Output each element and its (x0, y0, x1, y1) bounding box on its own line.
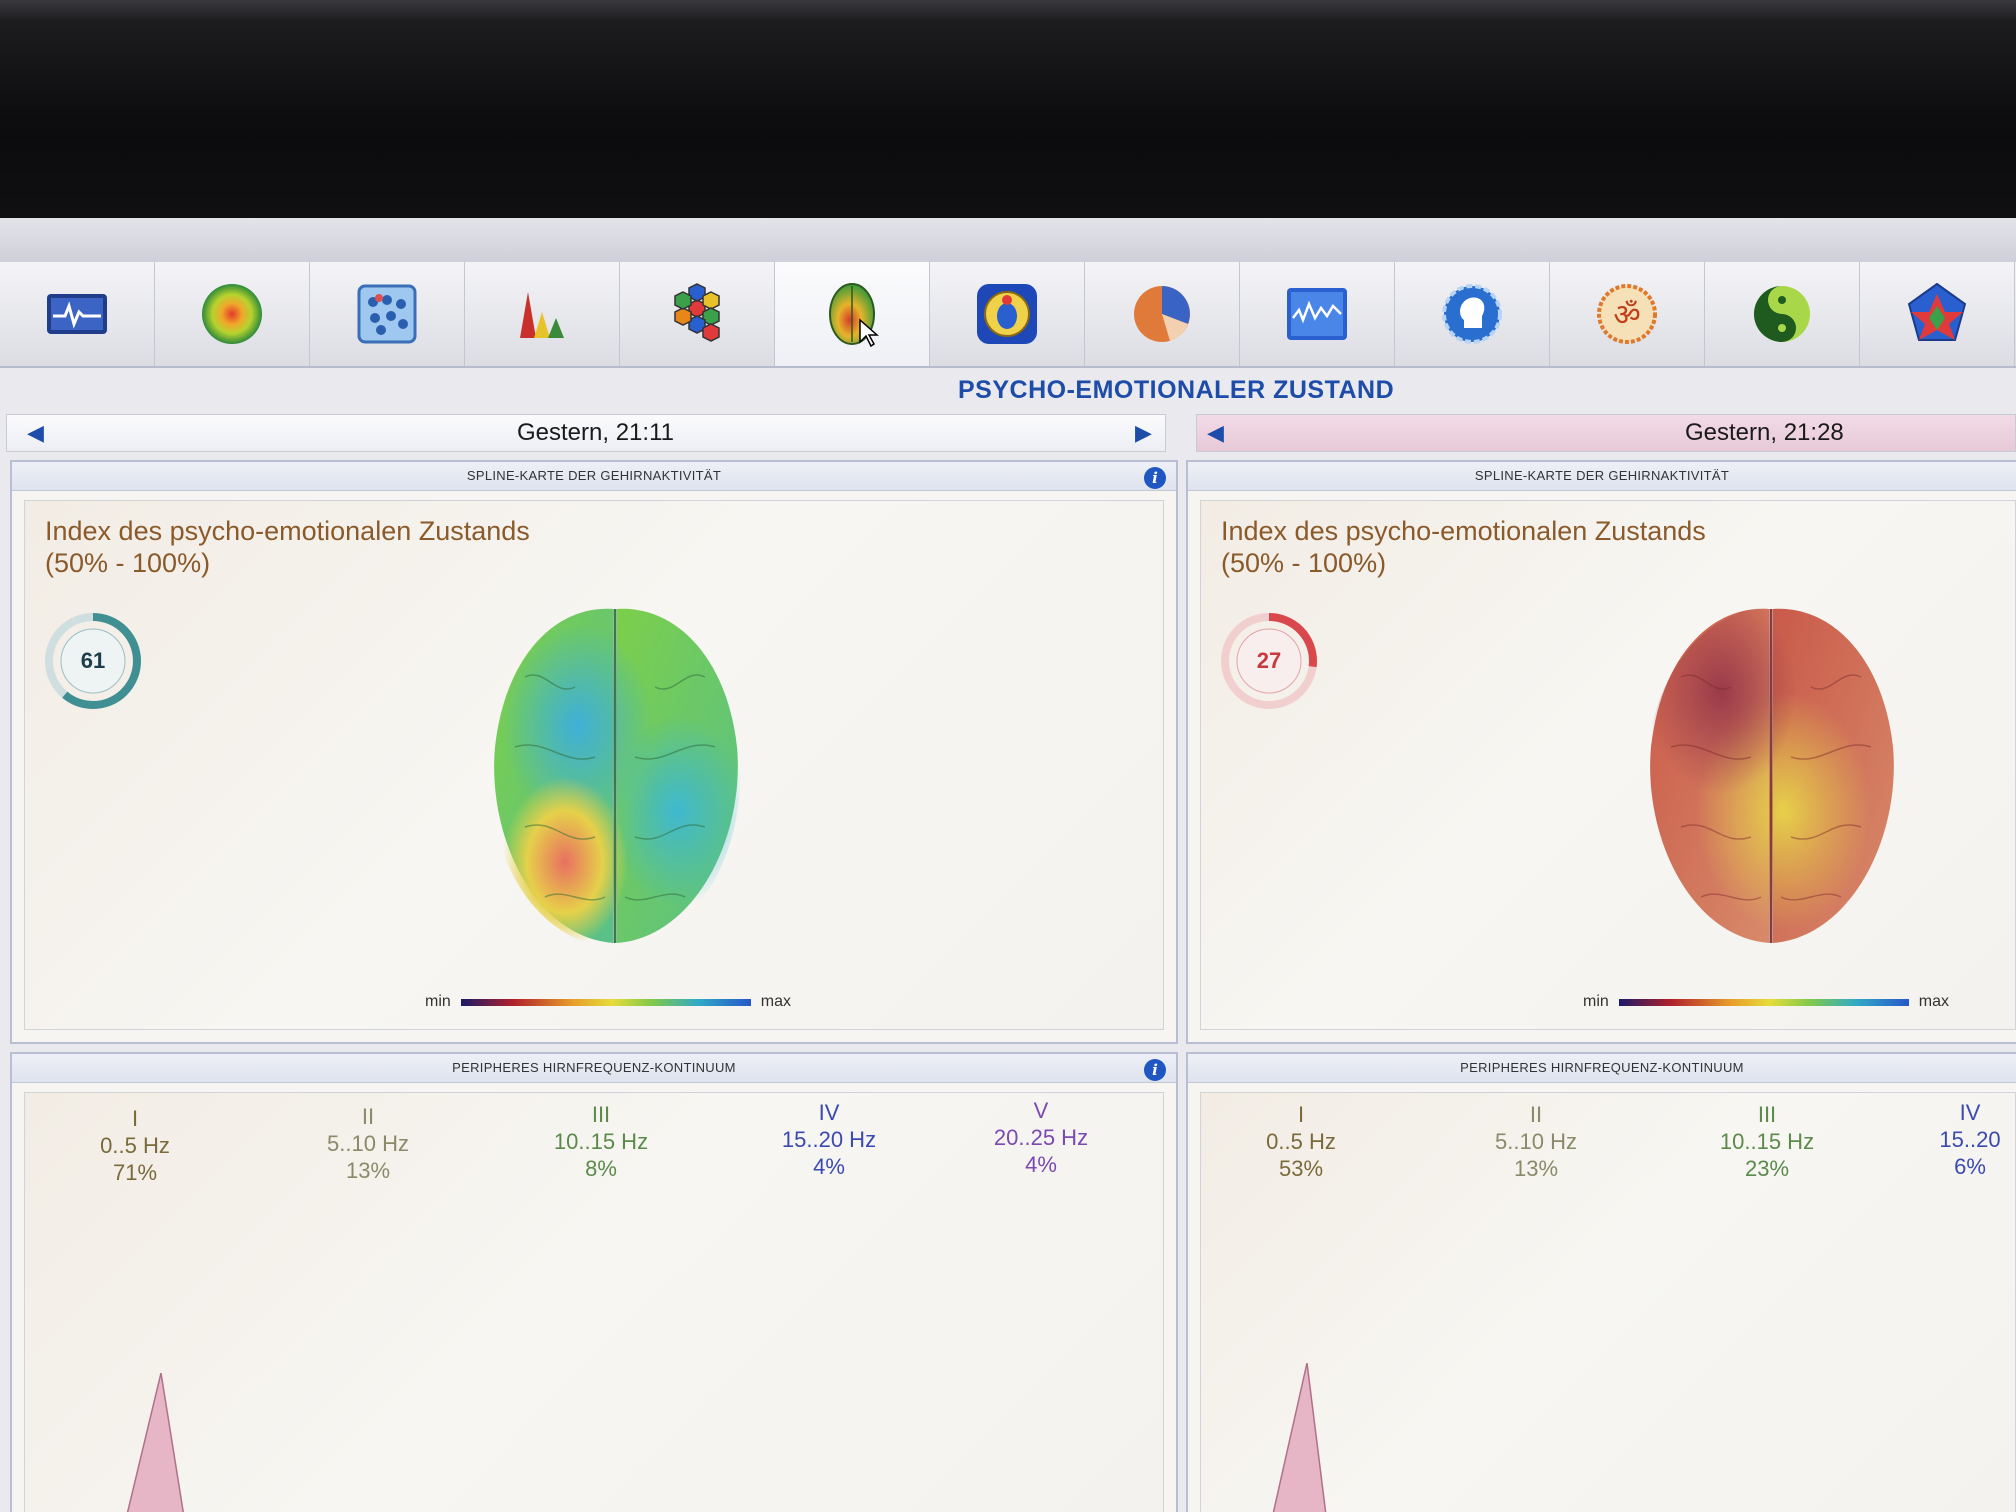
brain-activity-map (490, 607, 740, 947)
color-scale-legend: min max (425, 993, 792, 1010)
om-symbol-icon: ॐ (1597, 284, 1657, 344)
session-date-bar-right: ◀ Gestern, 21:28 (1196, 414, 2016, 452)
module-toolbar: ॐ (0, 262, 2016, 368)
tool-brain-map[interactable] (775, 262, 930, 366)
yin-yang-icon (1754, 286, 1810, 342)
tool-yin-yang[interactable] (1705, 262, 1860, 366)
info-icon[interactable]: i (1144, 1059, 1166, 1081)
tool-cell-grid[interactable] (310, 262, 465, 366)
session-date-bar-left: ◀ Gestern, 21:11 ▶ (6, 414, 1166, 452)
tool-heartbeat-monitor[interactable] (0, 262, 155, 366)
band-III: III 10..15 Hz 8% (553, 1102, 649, 1181)
panel-title: PERIPHERES HIRNFREQUENZ-KONTINUUM (1188, 1054, 2016, 1083)
brain-map-icon (829, 283, 879, 348)
frequency-continuum-area: I 0..5 Hz 53% II 5..10 Hz 13% III 10..15… (1200, 1092, 2016, 1512)
color-scale-bar (1618, 998, 1909, 1006)
index-gauge: 27 (1219, 611, 1319, 711)
cell-grid-icon (357, 284, 417, 344)
pie-chart-icon (1134, 286, 1190, 342)
peaks-chart-icon (520, 292, 564, 338)
pentagon-star-icon (1907, 282, 1967, 341)
radial-heatmap-icon (202, 284, 262, 344)
tool-hexagon-cluster[interactable] (620, 262, 775, 366)
spline-map-area: Index des psycho-emotionalen Zustands (5… (24, 500, 1164, 1030)
window-title-strip (0, 218, 2016, 263)
frequency-spike (1272, 1363, 1327, 1512)
info-icon[interactable]: i (1144, 467, 1166, 489)
wave-chart-icon (1287, 288, 1347, 340)
monitor-bezel (0, 0, 2016, 220)
index-label: Index des psycho-emotionalen Zustands (5… (45, 516, 530, 578)
tool-wave-chart[interactable] (1240, 262, 1395, 366)
band-IV: IV 15..20 Hz 4% (781, 1100, 877, 1179)
tool-pentagon-star[interactable] (1860, 262, 2015, 366)
frequency-spike (126, 1373, 184, 1512)
band-III: III 10..15 Hz 23% (1719, 1102, 1815, 1181)
prev-session-arrow-icon[interactable]: ◀ (27, 420, 44, 446)
index-gauge-value: 27 (1256, 648, 1282, 673)
spline-map-area: Index des psycho-emotionalen Zustands (5… (1200, 500, 2016, 1030)
tool-pie-chart[interactable] (1085, 262, 1240, 366)
tool-head-profile[interactable] (1395, 262, 1550, 366)
panel-title: PERIPHERES HIRNFREQUENZ-KONTINUUM (12, 1054, 1176, 1083)
band-II: II 5..10 Hz 13% (327, 1104, 409, 1183)
spline-panel-right: SPLINE-KARTE DER GEHIRNAKTIVITÄT Index d… (1186, 460, 2016, 1044)
panel-title: SPLINE-KARTE DER GEHIRNAKTIVITÄT (1188, 462, 2016, 491)
tool-peaks-chart[interactable] (465, 262, 620, 366)
frequency-panel-left: PERIPHERES HIRNFREQUENZ-KONTINUUM i I 0.… (10, 1052, 1178, 1512)
band-II: II 5..10 Hz 13% (1495, 1102, 1577, 1181)
frequency-panel-right: PERIPHERES HIRNFREQUENZ-KONTINUUM I 0..5… (1186, 1052, 2016, 1512)
tool-scarab-shield[interactable] (930, 262, 1085, 366)
next-session-arrow-icon[interactable]: ▶ (1135, 420, 1152, 446)
session-date-left: Gestern, 21:11 (517, 419, 674, 446)
heartbeat-monitor-icon (47, 294, 107, 334)
spline-panel-left: SPLINE-KARTE DER GEHIRNAKTIVITÄT i Index… (10, 460, 1178, 1044)
index-gauge-value: 61 (80, 648, 106, 673)
band-IV: IV 15..20 6% (1939, 1100, 2001, 1179)
tool-radial-heatmap[interactable] (155, 262, 310, 366)
index-gauge: 61 (43, 611, 143, 711)
head-profile-icon (1442, 284, 1502, 344)
prev-session-arrow-icon[interactable]: ◀ (1207, 420, 1224, 446)
band-I: I 0..5 Hz 53% (1266, 1102, 1336, 1181)
scarab-shield-icon (977, 284, 1037, 344)
panel-title: SPLINE-KARTE DER GEHIRNAKTIVITÄT (12, 462, 1176, 491)
hexagon-cluster-icon (674, 283, 720, 342)
session-date-right: Gestern, 21:28 (1685, 419, 1844, 446)
color-scale-legend: min max (1583, 993, 1950, 1010)
brain-activity-map (1646, 607, 1896, 947)
index-label: Index des psycho-emotionalen Zustands (5… (1221, 516, 1706, 578)
app-screen: ॐ PSYCHO-EMOTIONALER ZUSTAND ◀ Gestern, … (0, 218, 2016, 1512)
page-title: PSYCHO-EMOTIONALER ZUSTAND (958, 376, 1395, 404)
color-scale-bar (460, 998, 751, 1006)
band-I: I 0..5 Hz 71% (100, 1106, 170, 1185)
frequency-continuum-area: I 0..5 Hz 71% II 5..10 Hz 13% III 10..15… (24, 1092, 1164, 1512)
band-V: V 20..25 Hz 4% (993, 1098, 1089, 1177)
tool-om-symbol[interactable]: ॐ (1550, 262, 1705, 366)
svg-text:ॐ: ॐ (1613, 298, 1640, 333)
